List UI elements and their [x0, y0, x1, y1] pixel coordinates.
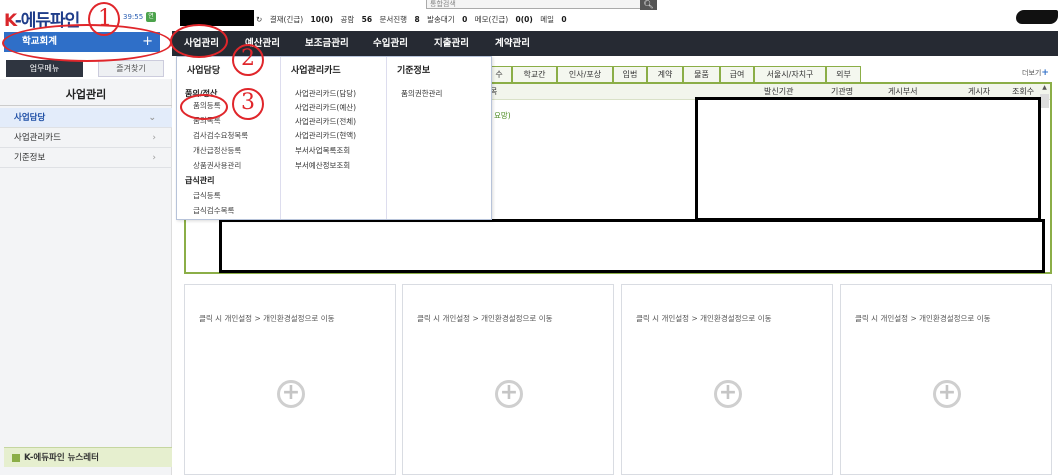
dropdown-item-meal-inspection[interactable]: 급식검수목록 — [193, 205, 234, 216]
tab-favorites[interactable]: 즐겨찾기 — [98, 60, 164, 77]
tab-goods[interactable]: 물품 — [683, 66, 720, 82]
status-doc-progress[interactable]: 문서진행 8 — [379, 15, 419, 24]
dropdown-item-approval-authority[interactable]: 품의권한관리 — [401, 88, 442, 99]
plus-icon: + — [1041, 68, 1049, 78]
widget-slot-4[interactable]: 클릭 시 개인설정 > 개인환경설정으로 이동 + — [840, 284, 1052, 475]
main-nav: 사업관리 예산관리 보조금관리 수입관리 지출관리 계약관리 — [172, 31, 1058, 56]
dropdown-item-card-owner[interactable]: 사업관리카드(담당) — [295, 88, 356, 99]
chevron-right-icon: › — [152, 153, 156, 163]
dropdown-head: 사업담당 — [187, 66, 221, 76]
tab-seoul-district[interactable]: 서울시/자치구 — [754, 66, 826, 82]
newsletter-link[interactable]: K-에듀파인 뉴스레터 — [4, 447, 172, 467]
nav-revenue-management[interactable]: 수입관리 — [373, 31, 408, 56]
dropdown-item-card-current[interactable]: 사업관리카드(현액) — [295, 130, 356, 141]
add-widget-icon[interactable]: + — [714, 380, 742, 408]
newsletter-label: K-에듀파인 뉴스레터 — [24, 453, 99, 463]
sidebar-item-label: 기준정보 — [14, 153, 46, 163]
redacted-area — [219, 219, 1045, 273]
session-timer: 39:55 — [123, 13, 144, 21]
tab-work-menu[interactable]: 업무메뉴 — [6, 60, 83, 77]
status-mail[interactable]: 메일 0 — [540, 15, 566, 24]
status-memo[interactable]: 메모(긴급) 0(0) — [475, 15, 533, 24]
dropdown-item-inspection-list[interactable]: 검사검수요청목록 — [193, 130, 248, 141]
add-widget-icon[interactable]: + — [495, 380, 523, 408]
dropdown-item-card-all[interactable]: 사업관리카드(전체) — [295, 116, 356, 127]
dropdown-item-voucher-manage[interactable]: 상품권사용관리 — [193, 160, 241, 171]
widget-slot-3[interactable]: 클릭 시 개인설정 > 개인환경설정으로 이동 + — [621, 284, 833, 475]
status-send-wait[interactable]: 발송대기 0 — [427, 15, 467, 24]
annotation-number-3: 3 — [241, 90, 255, 115]
status-bar: ↻ 결재(긴급) 10(0) 공람 56 문서진행 8 발송대기 0 메모(긴급… — [256, 14, 572, 25]
nav-subsidy-management[interactable]: 보조금관리 — [305, 31, 349, 56]
tab-inter-school[interactable]: 학교간 — [512, 66, 557, 82]
search-icon[interactable]: 🔍︎ — [640, 0, 657, 10]
sidebar-item-business-owner[interactable]: 사업담당 ⌄ — [0, 108, 172, 128]
nav-contract-management[interactable]: 계약관리 — [495, 31, 530, 56]
dropdown-col-reference-info: 기준정보 품의권한관리 — [387, 57, 491, 219]
scroll-up-icon[interactable]: ▲ — [1040, 84, 1049, 93]
session-extend-icon[interactable]: 연 — [146, 12, 156, 22]
sidebar: 사업관리 사업담당 ⌄ 사업관리카드 › 기준정보 › — [0, 79, 172, 475]
dropdown-col-business-card: 사업관리카드 사업관리카드(담당) 사업관리카드(예산) 사업관리카드(전체) … — [281, 57, 386, 219]
dropdown-item-advance-settlement[interactable]: 개산급정산등록 — [193, 145, 241, 156]
redacted-area — [695, 97, 1041, 221]
annotation-circle-school-menu — [2, 24, 172, 62]
status-approval[interactable]: 결재(긴급) 10(0) — [270, 15, 333, 24]
add-widget-icon[interactable]: + — [277, 380, 305, 408]
annotation-circle-business-nav — [170, 24, 228, 58]
tab-personnel-award[interactable]: 인사/포상 — [557, 66, 613, 82]
chevron-down-icon: ⌄ — [148, 113, 156, 123]
dropdown-item-meal-register[interactable]: 급식등록 — [193, 190, 221, 201]
board-row-title[interactable]: 요망) — [494, 110, 511, 121]
dropdown-head: 기준정보 — [397, 66, 431, 76]
refresh-icon[interactable]: ↻ — [256, 15, 262, 24]
add-widget-icon[interactable]: + — [933, 380, 961, 408]
tab-contract[interactable]: 계약 — [647, 66, 683, 82]
dropdown-head: 사업관리카드 — [291, 66, 341, 76]
dropdown-item-dept-business[interactable]: 부서사업목록조회 — [295, 145, 350, 156]
dropdown-group-meal: 급식관리 — [185, 176, 215, 185]
annotation-number-1: 1 — [98, 6, 112, 31]
dropdown-item-dept-budget[interactable]: 부서예산정보조회 — [295, 160, 350, 171]
search-input[interactable]: 통합검색 — [426, 0, 644, 9]
business-management-dropdown: 사업담당 품의/정산 품의등록 품의목록 검사검수요청목록 개산급정산등록 상품… — [176, 56, 492, 220]
widget-hint: 클릭 시 개인설정 > 개인환경설정으로 이동 — [417, 314, 553, 323]
dropdown-item-card-budget[interactable]: 사업관리카드(예산) — [295, 102, 356, 113]
annotation-number-2: 2 — [241, 46, 255, 71]
redacted-account — [1016, 10, 1058, 24]
annotation-circle-approval-register — [180, 94, 228, 120]
tab-legislation[interactable]: 입법 — [613, 66, 647, 82]
widget-slot-1[interactable]: 클릭 시 개인설정 > 개인환경설정으로 이동 + — [184, 284, 396, 475]
sidebar-item-reference-info[interactable]: 기준정보 › — [0, 148, 172, 168]
scrollbar-thumb[interactable] — [1040, 94, 1049, 108]
widget-hint: 클릭 시 개인설정 > 개인환경설정으로 이동 — [855, 314, 991, 323]
widget-slot-2[interactable]: 클릭 시 개인설정 > 개인환경설정으로 이동 + — [402, 284, 614, 475]
dropdown-col-business-owner: 사업담당 품의/정산 품의등록 품의목록 검사검수요청목록 개산급정산등록 상품… — [177, 57, 280, 219]
chevron-right-icon: › — [152, 133, 156, 143]
status-circulation[interactable]: 공람 56 — [340, 15, 372, 24]
top-bar: K-에듀파인 39:55 연 통합검색 🔍︎ ↻ 결재(긴급) 10(0) 공람… — [0, 0, 1058, 31]
sidebar-item-label: 사업관리카드 — [14, 133, 61, 143]
newsletter-icon — [12, 453, 20, 462]
sidebar-item-business-card[interactable]: 사업관리카드 › — [0, 128, 172, 148]
sidebar-item-label: 사업담당 — [14, 113, 46, 123]
widget-hint: 클릭 시 개인설정 > 개인환경설정으로 이동 — [199, 314, 335, 323]
nav-expense-management[interactable]: 지출관리 — [434, 31, 469, 56]
widget-hint: 클릭 시 개인설정 > 개인환경설정으로 이동 — [636, 314, 772, 323]
more-link[interactable]: 더보기+ — [1022, 68, 1049, 78]
tab-salary[interactable]: 급여 — [720, 66, 754, 82]
sidebar-title: 사업관리 — [0, 84, 172, 106]
tab-external[interactable]: 외부 — [826, 66, 861, 82]
